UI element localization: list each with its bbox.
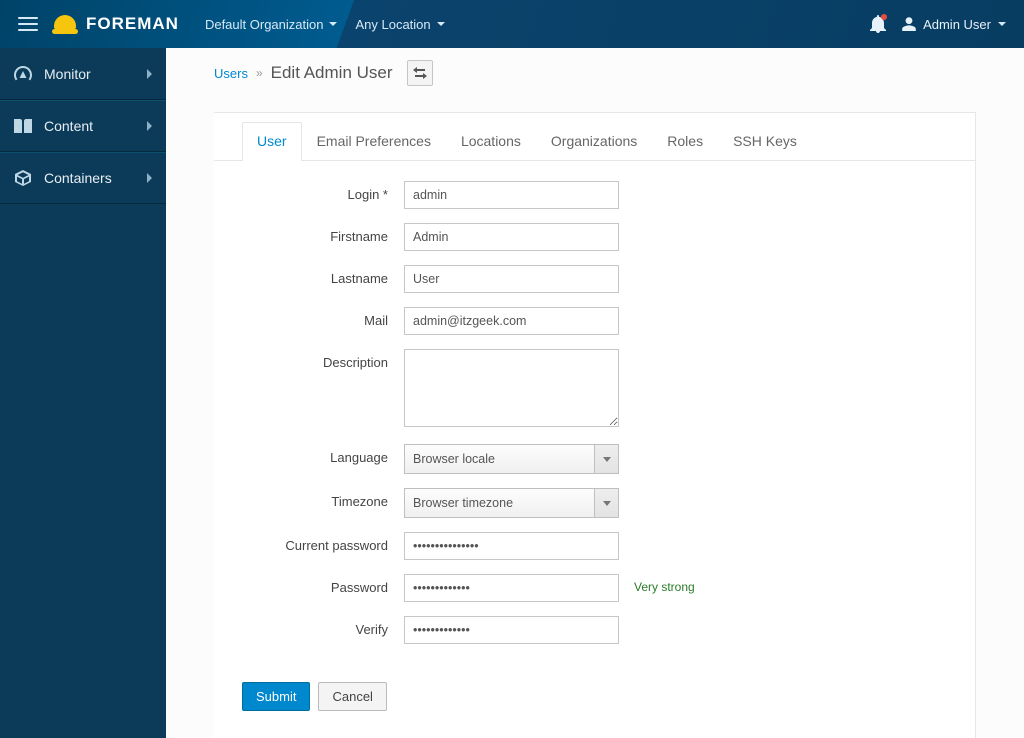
submit-button[interactable]: Submit xyxy=(242,682,310,711)
language-select-value: Browser locale xyxy=(413,452,495,466)
sidebar-item-containers[interactable]: Containers xyxy=(0,152,166,204)
dashboard-icon xyxy=(14,66,32,82)
language-select[interactable]: Browser locale xyxy=(404,444,619,474)
current-password-label: Current password xyxy=(254,532,404,553)
form-actions: Submit Cancel xyxy=(214,662,975,711)
topbar: FOREMAN Default Organization Any Locatio… xyxy=(0,0,1024,48)
swap-icon xyxy=(413,67,427,79)
row-timezone: Timezone Browser timezone xyxy=(254,488,894,518)
login-input[interactable] xyxy=(404,181,619,209)
row-mail: Mail xyxy=(254,307,894,335)
sidebar: Monitor Content Containers xyxy=(0,48,166,738)
chevron-down-icon xyxy=(437,22,445,26)
caret-down-icon xyxy=(603,457,611,462)
breadcrumb-parent-link[interactable]: Users xyxy=(214,66,248,81)
timezone-label: Timezone xyxy=(254,488,404,509)
sidebar-item-monitor[interactable]: Monitor xyxy=(0,48,166,100)
notification-dot xyxy=(881,14,887,20)
helmet-icon xyxy=(52,14,78,34)
cancel-button[interactable]: Cancel xyxy=(318,682,386,711)
tab-email-preferences[interactable]: Email Preferences xyxy=(302,122,446,161)
chevron-down-icon xyxy=(329,22,337,26)
user-menu-label: Admin User xyxy=(923,17,991,32)
lastname-input[interactable] xyxy=(404,265,619,293)
row-description: Description xyxy=(254,349,894,430)
org-selector-label: Default Organization xyxy=(205,17,324,32)
login-label: Login * xyxy=(254,181,404,202)
user-icon xyxy=(902,17,916,31)
tab-ssh-keys[interactable]: SSH Keys xyxy=(718,122,812,161)
timezone-select[interactable]: Browser timezone xyxy=(404,488,619,518)
breadcrumb-separator: » xyxy=(256,66,263,80)
notifications-button[interactable] xyxy=(870,15,886,33)
breadcrumb: Users » Edit Admin User xyxy=(166,48,1024,92)
main: Users » Edit Admin User User Email Prefe… xyxy=(166,48,1024,738)
chevron-right-icon xyxy=(147,173,152,183)
user-form: Login * Firstname Lastname Mail Descript… xyxy=(214,161,934,662)
location-selector-label: Any Location xyxy=(355,17,430,32)
password-strength-text: Very strong xyxy=(634,580,695,594)
cube-icon xyxy=(14,170,32,186)
sidebar-item-label: Containers xyxy=(44,170,112,186)
description-label: Description xyxy=(254,349,404,370)
sidebar-item-label: Content xyxy=(44,118,93,134)
form-card: User Email Preferences Locations Organiz… xyxy=(214,112,976,738)
sidebar-item-content[interactable]: Content xyxy=(0,100,166,152)
mail-input[interactable] xyxy=(404,307,619,335)
mail-label: Mail xyxy=(254,307,404,328)
caret-down-icon xyxy=(603,501,611,506)
user-menu[interactable]: Admin User xyxy=(902,17,1006,32)
password-input[interactable] xyxy=(404,574,619,602)
description-textarea[interactable] xyxy=(404,349,619,427)
page-title: Edit Admin User xyxy=(271,63,393,83)
row-language: Language Browser locale xyxy=(254,444,894,474)
brand-logo[interactable]: FOREMAN xyxy=(48,14,187,34)
dropdown-button xyxy=(594,489,618,517)
sidebar-item-label: Monitor xyxy=(44,66,91,82)
topbar-right: Admin User xyxy=(870,15,1016,33)
location-selector[interactable]: Any Location xyxy=(355,17,444,32)
password-label: Password xyxy=(254,574,404,595)
row-password: Password Very strong xyxy=(254,574,894,602)
firstname-label: Firstname xyxy=(254,223,404,244)
org-selector[interactable]: Default Organization xyxy=(205,17,338,32)
hamburger-button[interactable] xyxy=(8,0,48,48)
language-label: Language xyxy=(254,444,404,465)
chevron-down-icon xyxy=(998,22,1006,26)
tabs: User Email Preferences Locations Organiz… xyxy=(214,113,975,161)
chevron-right-icon xyxy=(147,121,152,131)
row-current-password: Current password xyxy=(254,532,894,560)
book-icon xyxy=(14,119,32,133)
timezone-select-value: Browser timezone xyxy=(413,496,513,510)
switch-button[interactable] xyxy=(407,60,433,86)
row-firstname: Firstname xyxy=(254,223,894,251)
brand-text: FOREMAN xyxy=(86,14,179,34)
row-lastname: Lastname xyxy=(254,265,894,293)
tab-locations[interactable]: Locations xyxy=(446,122,536,161)
verify-label: Verify xyxy=(254,616,404,637)
chevron-right-icon xyxy=(147,69,152,79)
firstname-input[interactable] xyxy=(404,223,619,251)
dropdown-button xyxy=(594,445,618,473)
current-password-input[interactable] xyxy=(404,532,619,560)
row-verify: Verify xyxy=(254,616,894,644)
lastname-label: Lastname xyxy=(254,265,404,286)
row-login: Login * xyxy=(254,181,894,209)
tab-user[interactable]: User xyxy=(242,122,302,161)
tab-organizations[interactable]: Organizations xyxy=(536,122,652,161)
verify-input[interactable] xyxy=(404,616,619,644)
tab-roles[interactable]: Roles xyxy=(652,122,718,161)
